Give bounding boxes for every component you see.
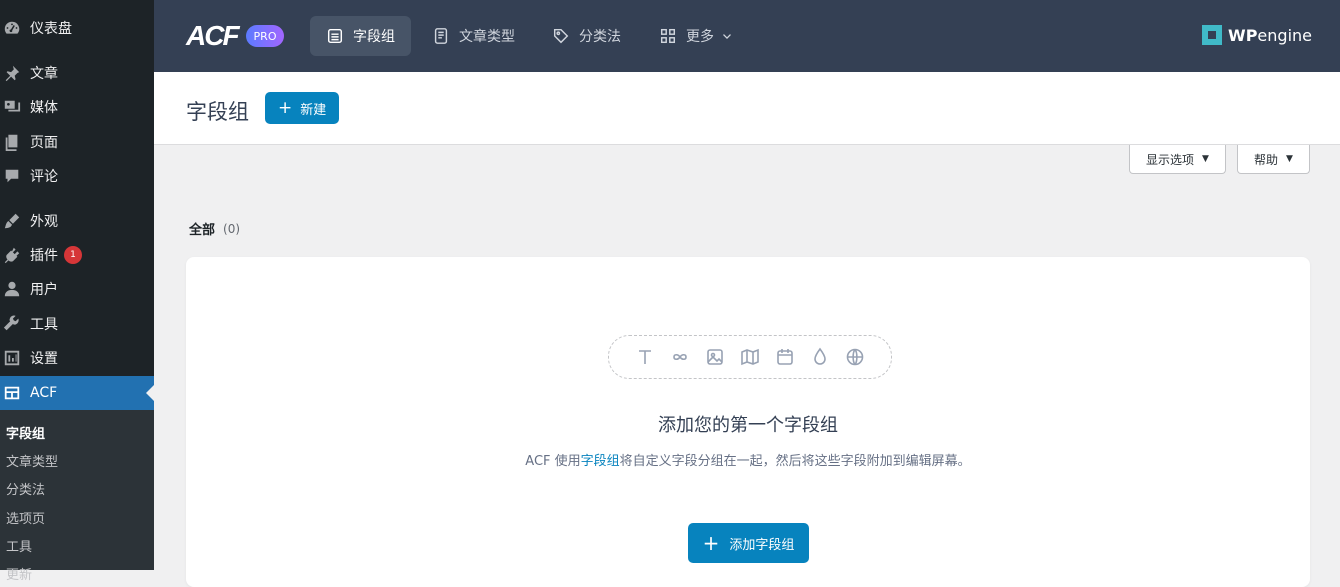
pin-icon — [2, 63, 22, 83]
menu-item-label: 用户 — [30, 282, 58, 298]
menu-item-label: 插件 — [30, 248, 58, 264]
wpengine-mark-icon — [1202, 25, 1223, 45]
menu-item-comments[interactable]: 评论 — [0, 159, 154, 193]
submenu-updates[interactable]: 更新 — [6, 564, 32, 583]
empty-state-description: ACF 使用字段组将自定义字段分组在一起，然后将这些字段附加到编辑屏幕。 — [525, 454, 971, 469]
submenu-tools[interactable]: 工具 — [6, 536, 32, 555]
tab-field-groups[interactable]: 字段组 — [310, 16, 411, 56]
menu-item-plugins[interactable]: 插件 1 — [0, 238, 154, 272]
menu-item-pages[interactable]: 页面 — [0, 125, 154, 159]
page-icon — [2, 132, 22, 152]
dashboard-icon — [2, 18, 22, 38]
tag-icon — [553, 28, 569, 44]
image-icon — [707, 349, 723, 365]
text-icon — [639, 350, 651, 364]
droplet-icon — [814, 347, 826, 365]
menu-item-dashboard[interactable]: 仪表盘 — [0, 11, 154, 45]
tab-more[interactable]: 更多 — [659, 16, 734, 56]
menu-item-label: 设置 — [30, 351, 58, 367]
add-new-button[interactable]: + 新建 — [265, 92, 340, 124]
admin-sidebar: 仪表盘 文章 媒体 页面 评论 外观 插件 1 用户 工具 设置 ACF 字段组… — [0, 0, 154, 583]
globe-icon — [846, 348, 864, 366]
plugin-icon — [2, 245, 22, 265]
post-types-icon — [434, 28, 448, 44]
field-groups-link[interactable]: 字段组 — [581, 454, 620, 469]
tab-taxonomies[interactable]: 分类法 — [552, 16, 621, 56]
acf-header-bar: ACF PRO 字段组 文章类型 分类法 更多 WP engine — [154, 0, 1340, 72]
infinity-icon — [673, 353, 687, 361]
menu-item-label: ACF — [30, 385, 58, 401]
media-icon — [2, 97, 22, 117]
menu-item-label: 工具 — [30, 317, 58, 333]
menu-item-label: 评论 — [30, 169, 58, 185]
settings-icon — [2, 348, 22, 368]
menu-item-label: 仪表盘 — [30, 21, 72, 37]
chevron-down-icon — [723, 34, 731, 39]
help-button[interactable]: 帮助 ▼ — [1237, 145, 1310, 174]
menu-item-settings[interactable]: 设置 — [0, 341, 154, 375]
wrench-icon — [2, 314, 22, 334]
menu-item-users[interactable]: 用户 — [0, 272, 154, 306]
add-field-group-button[interactable]: + 添加字段组 — [688, 523, 809, 563]
menu-item-tools[interactable]: 工具 — [0, 307, 154, 341]
acf-logo[interactable]: ACF PRO — [186, 20, 285, 51]
filter-all-link[interactable]: 全部 (0) — [189, 219, 241, 239]
empty-state-title: 添加您的第一个字段组 — [658, 415, 838, 436]
comment-icon — [2, 166, 22, 186]
plus-icon: + — [702, 531, 720, 555]
grid-icon — [660, 28, 676, 44]
wpengine-logo[interactable]: WP engine — [1202, 25, 1312, 45]
field-types-icon-strip — [608, 335, 892, 379]
map-icon — [741, 348, 759, 366]
menu-item-label: 外观 — [30, 214, 58, 230]
brush-icon — [2, 211, 22, 231]
tab-post-types[interactable]: 文章类型 — [432, 16, 515, 56]
submenu-options-pages[interactable]: 选项页 — [6, 508, 45, 527]
menu-item-label: 媒体 — [30, 100, 58, 116]
update-count-badge: 1 — [64, 246, 82, 264]
menu-item-media[interactable]: 媒体 — [0, 90, 154, 124]
submenu-field-groups[interactable]: 字段组 — [6, 423, 45, 442]
screen-options-button[interactable]: 显示选项 ▼ — [1129, 145, 1226, 174]
submenu-taxonomies[interactable]: 分类法 — [6, 479, 45, 498]
acf-icon — [2, 383, 22, 403]
page-header: 字段组 + 新建 — [154, 72, 1340, 145]
menu-item-label: 文章 — [30, 66, 58, 82]
menu-item-appearance[interactable]: 外观 — [0, 204, 154, 238]
acf-submenu: 字段组 文章类型 分类法 选项页 工具 更新 — [0, 410, 154, 583]
empty-state-card: 添加您的第一个字段组 ACF 使用字段组将自定义字段分组在一起，然后将这些字段附… — [186, 257, 1310, 587]
field-groups-icon — [327, 28, 343, 44]
page-title: 字段组 — [186, 100, 249, 124]
user-icon — [2, 279, 22, 299]
caret-down-icon: ▼ — [1202, 154, 1209, 164]
menu-item-posts[interactable]: 文章 — [0, 56, 154, 90]
submenu-post-types[interactable]: 文章类型 — [6, 451, 58, 470]
calendar-icon — [777, 349, 793, 365]
filter-count: (0) — [223, 221, 241, 236]
pro-badge: PRO — [245, 25, 285, 47]
plus-icon: + — [278, 97, 293, 118]
caret-down-icon: ▼ — [1286, 154, 1293, 164]
menu-item-acf[interactable]: ACF — [0, 376, 154, 410]
menu-item-label: 页面 — [30, 135, 58, 151]
